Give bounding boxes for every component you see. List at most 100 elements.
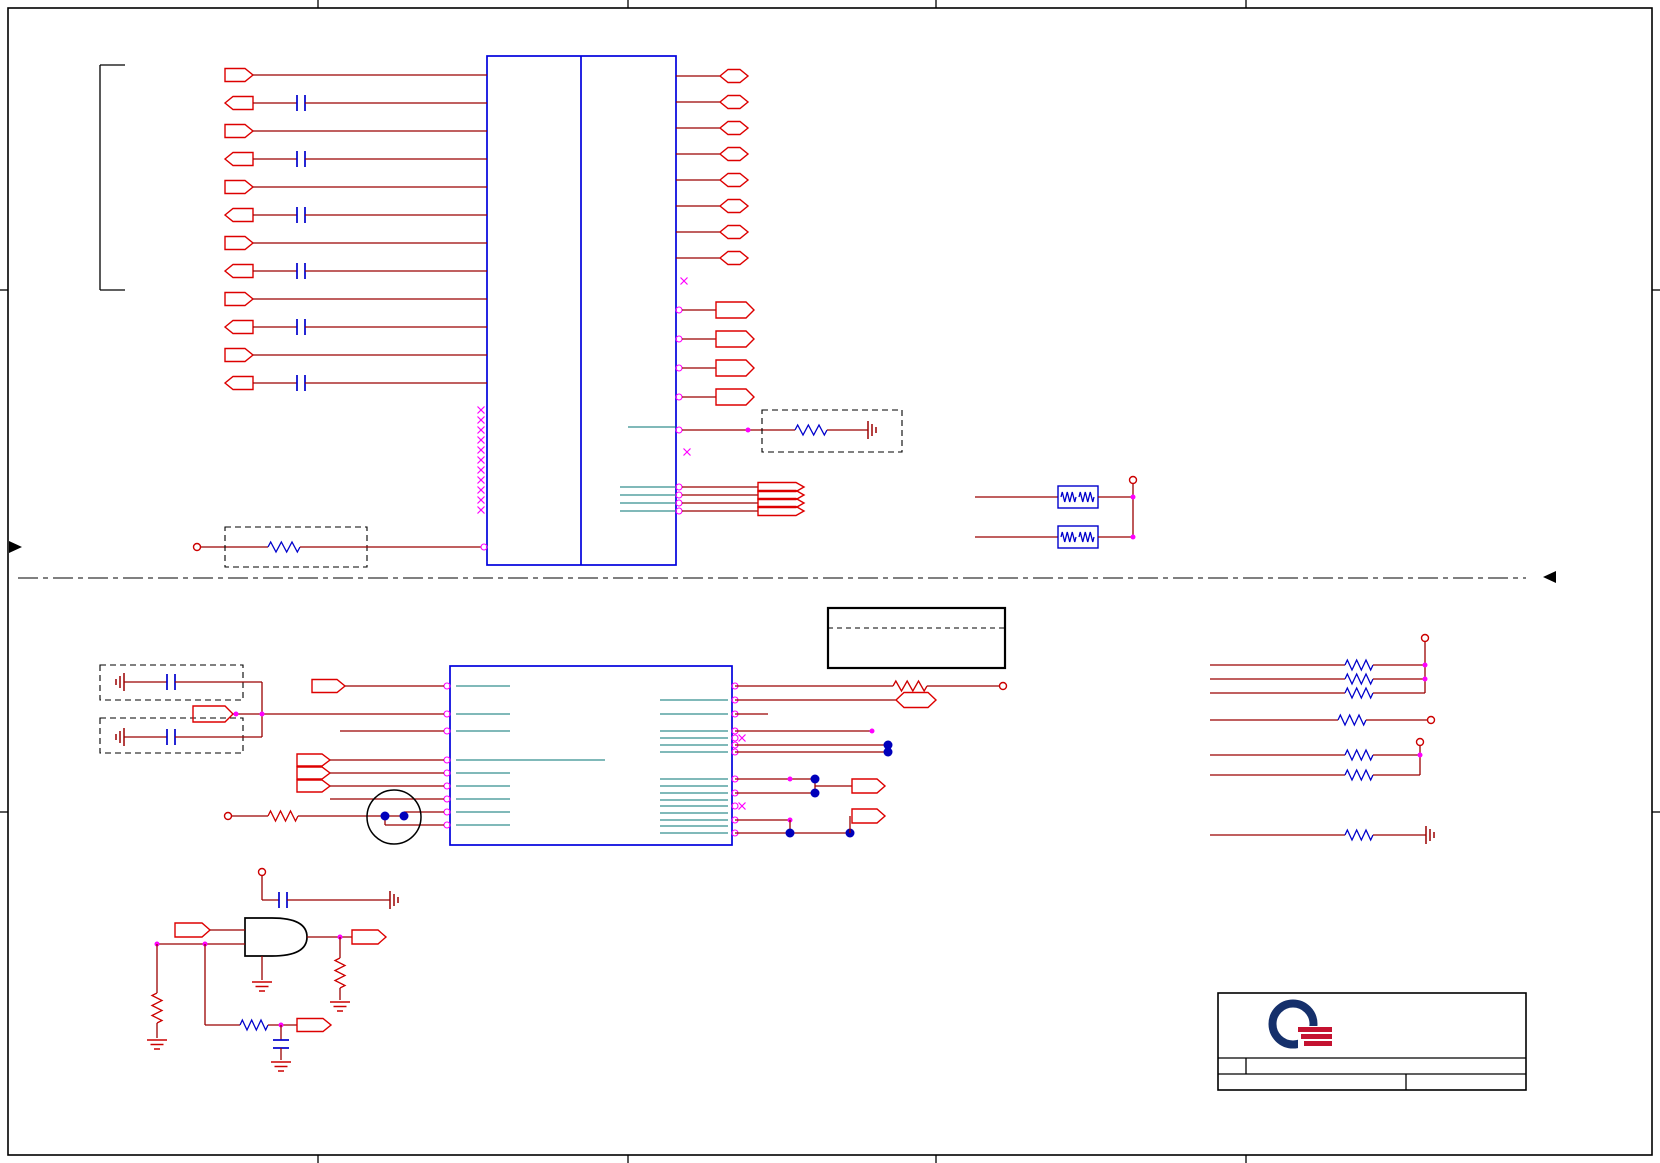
junction-dot [785,828,795,838]
net-port [715,359,755,377]
net-port [311,678,347,694]
resistor [267,540,301,554]
pin [675,364,683,372]
junction-dot [380,811,390,821]
resistor [333,957,347,989]
pin [675,507,683,515]
junction-dot [883,747,893,757]
resistor [1078,531,1095,543]
net-port [224,179,255,195]
net-port [223,207,254,223]
resistor [1344,658,1374,672]
net-port [224,291,255,307]
open-pin [192,542,202,552]
pin [675,335,683,343]
net-port [715,330,755,348]
net-port [715,301,755,319]
resistor [1060,531,1077,543]
junction-dot [810,788,820,798]
company-logo [1304,1041,1332,1046]
company-logo [1301,1034,1332,1039]
resistor [892,679,928,693]
junction-dot [1130,534,1136,540]
net-port [718,250,750,266]
pin [443,769,451,777]
junction-dot [259,711,265,717]
pin [443,795,451,803]
net-port [296,779,332,793]
net-port [851,808,887,824]
resistor [267,809,299,823]
net-port [224,347,255,363]
net-port [894,691,938,709]
pin [675,499,683,507]
termination-box [761,409,903,453]
net-port [715,388,755,406]
junction-dot [1422,676,1428,682]
junction-dot [745,427,751,433]
net-port [224,235,255,251]
junction-dot [810,774,820,784]
pin [443,756,451,764]
open-pin [223,811,233,821]
resistor [1344,768,1374,782]
junction-dot [787,776,793,782]
title-block [1217,992,1527,1091]
pin [731,802,739,810]
net-port [718,224,750,240]
net-port [223,263,254,279]
open-pin [1420,633,1430,643]
pin [675,491,683,499]
bottom-ic [449,665,733,846]
zone-arrow-left [9,541,22,553]
pin [443,710,451,718]
net-port [718,120,750,136]
sheet-border [7,7,1653,1156]
net-port [224,67,255,83]
net-port [192,705,234,723]
schematic-canvas [0,0,1660,1163]
pin [675,393,683,401]
pin [731,734,739,742]
resistor [794,423,828,437]
net-port [718,68,750,84]
resistor [1060,491,1077,503]
junction-dot [399,811,409,821]
resistor [1344,748,1374,762]
note-box [826,606,1007,670]
pin [443,782,451,790]
junction-dot [233,711,239,717]
resistor [1337,713,1367,727]
resistor [239,1018,269,1032]
pin [443,727,451,735]
net-port [296,766,332,780]
and-gate [244,917,308,957]
net-port [296,753,332,767]
pin [675,483,683,491]
pin [443,808,451,816]
net-port [718,198,750,214]
junction-dot [1422,662,1428,668]
net-port [224,123,255,139]
junction-dot [869,728,875,734]
open-pin [1426,715,1436,725]
net-port [718,94,750,110]
resistor [1344,672,1374,686]
pin [675,426,683,434]
junction-dot [1130,494,1136,500]
net-port [296,1017,333,1033]
net-port [223,375,254,391]
decoupling-box [99,717,244,754]
resistor [1344,686,1374,700]
net-port [351,929,388,945]
open-pin [998,681,1008,691]
company-logo [1298,1027,1332,1032]
zone-arrow-right [1543,571,1556,583]
net-port [718,146,750,162]
resistor [1078,491,1095,503]
net-port [851,778,887,794]
pin [480,543,488,551]
resistor [1344,828,1374,842]
net-port [718,172,750,188]
junction-dot [1417,752,1423,758]
